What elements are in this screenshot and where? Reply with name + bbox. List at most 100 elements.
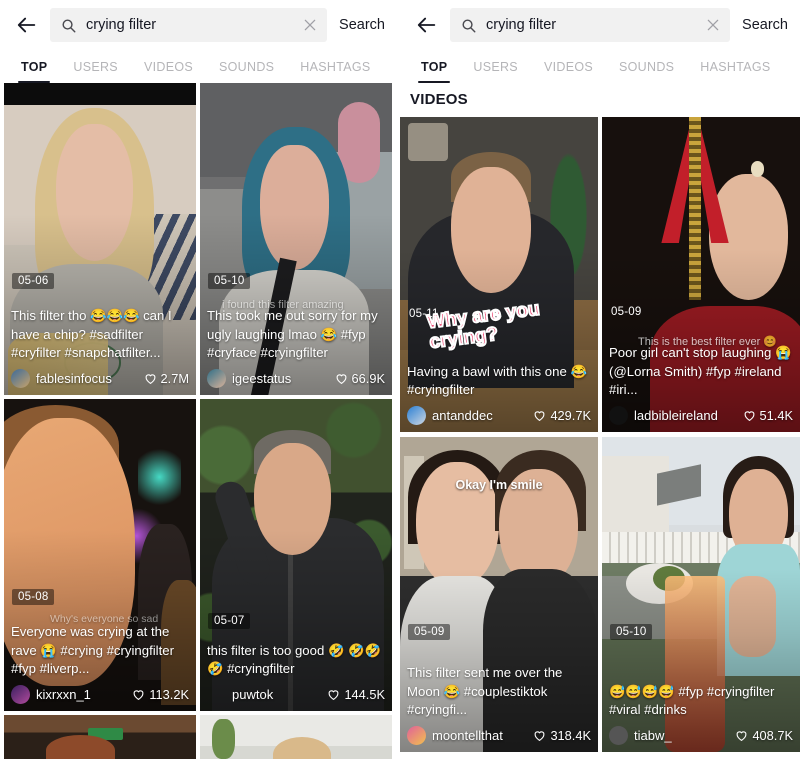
video-caption: This filter tho 😂😂😂 can I have a chip? #… xyxy=(11,307,172,361)
like-count-value: 66.9K xyxy=(351,371,385,386)
tab-sounds[interactable]: SOUNDS xyxy=(206,50,287,83)
video-meta: tiabw_ 408.7K xyxy=(609,726,793,745)
like-count-value: 51.4K xyxy=(759,408,793,423)
like-count: 408.7K xyxy=(735,728,793,743)
video-caption: This filter sent me over the Moon 😂 #cou… xyxy=(407,664,563,718)
tab-hashtags[interactable]: HASHTAGS xyxy=(287,50,383,83)
video-meta: moontellthat 318.4K xyxy=(407,726,591,745)
video-card[interactable]: 05-10 😅😅😅😅 #fyp #cryingfilter #viral #dr… xyxy=(602,437,800,752)
video-date-badge: 05-11 xyxy=(409,308,439,320)
video-meta: puwtok 144.5K xyxy=(207,685,385,704)
like-count-value: 2.7M xyxy=(160,371,189,386)
close-icon[interactable] xyxy=(301,16,319,34)
avatar[interactable] xyxy=(609,726,628,745)
video-username[interactable]: puwtok xyxy=(232,687,321,702)
search-input-value: crying filter xyxy=(86,17,157,33)
avatar[interactable] xyxy=(207,369,226,388)
video-date-badge: 05-08 xyxy=(12,589,55,605)
video-username[interactable]: igeestatus xyxy=(232,371,329,386)
video-card[interactable]: 05-06 This filter tho 😂😂😂 can I have a c… xyxy=(4,83,196,395)
like-count: 66.9K xyxy=(335,371,385,386)
dual-screenshot-comparison: crying filter Search TOP USERS VIDEOS SO… xyxy=(0,0,800,779)
like-count: 51.4K xyxy=(743,408,793,423)
video-date-badge: 05-10 xyxy=(208,273,251,289)
search-button[interactable]: Search xyxy=(333,17,385,33)
video-username[interactable]: kixrxxn_1 xyxy=(36,687,126,702)
video-thumbnail xyxy=(200,715,392,759)
tab-videos[interactable]: VIDEOS xyxy=(131,50,206,83)
video-date-badge: 05-06 xyxy=(12,273,55,289)
video-date-badge: 05-07 xyxy=(208,613,251,629)
tab-videos[interactable]: VIDEOS xyxy=(531,50,606,83)
heart-icon xyxy=(134,690,144,701)
video-username[interactable]: ladbibleireland xyxy=(634,408,737,423)
search-input-value: crying filter xyxy=(486,17,557,33)
video-card[interactable]: This is the best filter ever 😊 05-09 Poo… xyxy=(602,117,800,432)
like-count-value: 429.7K xyxy=(550,408,591,423)
panel-right: crying filter Search TOP USERS VIDEOS SO… xyxy=(400,0,800,779)
video-meta: igeestatus 66.9K xyxy=(207,369,385,388)
video-caption: Having a bawl with this one 😂 #cryingfil… xyxy=(407,363,587,398)
video-username[interactable]: fablesinfocus xyxy=(36,371,138,386)
search-icon xyxy=(458,15,478,35)
video-username[interactable]: tiabw_ xyxy=(634,728,729,743)
tab-hashtags[interactable]: HASHTAGS xyxy=(687,50,783,83)
heart-icon xyxy=(535,411,545,422)
video-card[interactable]: 05-07 this filter is too good 🤣 🤣🤣🤣 #cry… xyxy=(200,399,392,711)
like-count: 318.4K xyxy=(533,728,591,743)
tab-users[interactable]: USERS xyxy=(60,50,131,83)
search-topbar-left: crying filter Search xyxy=(0,0,397,50)
like-count-value: 144.5K xyxy=(344,687,385,702)
heart-icon xyxy=(737,731,747,742)
tab-sounds[interactable]: SOUNDS xyxy=(606,50,687,83)
video-username[interactable]: antanddec xyxy=(432,408,527,423)
video-date-badge: 05-09 xyxy=(611,306,642,318)
avatar[interactable] xyxy=(407,726,426,745)
avatar[interactable] xyxy=(11,369,30,388)
search-topbar-right: crying filter Search xyxy=(400,0,800,50)
video-card-partial[interactable] xyxy=(4,715,196,759)
video-card-partial[interactable] xyxy=(200,715,392,759)
avatar[interactable] xyxy=(407,406,426,425)
section-header-videos: VIDEOS xyxy=(410,91,468,108)
tab-top[interactable]: TOP xyxy=(408,50,460,83)
search-icon xyxy=(58,15,78,35)
video-card[interactable]: Why's everyone so sad 05-08 Everyone was… xyxy=(4,399,196,711)
like-count-value: 113.2K xyxy=(149,687,189,702)
like-count: 144.5K xyxy=(327,687,385,702)
tab-bar-left: TOP USERS VIDEOS SOUNDS HASHTAGS xyxy=(0,50,397,83)
tab-users[interactable]: USERS xyxy=(460,50,531,83)
video-meta: ladbibleireland 51.4K xyxy=(609,406,793,425)
video-meta: fablesinfocus 2.7M xyxy=(11,369,189,388)
back-arrow-icon[interactable] xyxy=(412,10,442,40)
heart-icon xyxy=(744,411,754,422)
video-caption: This took me out sorry for my ugly laugh… xyxy=(207,307,378,361)
avatar[interactable] xyxy=(11,685,30,704)
video-grid-left: 05-06 This filter tho 😂😂😂 can I have a c… xyxy=(0,83,397,759)
like-count-value: 318.4K xyxy=(550,728,591,743)
video-card[interactable]: i found this filter amazing 05-10 This t… xyxy=(200,83,392,395)
heart-icon xyxy=(535,731,545,742)
close-icon[interactable] xyxy=(704,16,722,34)
back-arrow-icon[interactable] xyxy=(12,10,42,40)
search-input[interactable]: crying filter xyxy=(50,8,328,42)
video-thumbnail xyxy=(4,715,196,759)
video-card[interactable]: Okay I'm smile 05-09 This filter sent me… xyxy=(400,437,598,752)
like-count: 113.2K xyxy=(132,687,189,702)
video-date-badge: 05-09 xyxy=(408,624,451,640)
video-caption: this filter is too good 🤣 🤣🤣🤣 #cryingfil… xyxy=(207,642,381,677)
heart-icon xyxy=(336,374,346,385)
like-count-value: 408.7K xyxy=(752,728,793,743)
search-button[interactable]: Search xyxy=(736,17,788,33)
avatar[interactable] xyxy=(609,406,628,425)
search-input[interactable]: crying filter xyxy=(450,8,731,42)
video-grid-right: Why are you crying? 05-11 Having a bawl … xyxy=(400,117,800,752)
video-username[interactable]: moontellthat xyxy=(432,728,527,743)
video-meta: antanddec 429.7K xyxy=(407,406,591,425)
panel-left: crying filter Search TOP USERS VIDEOS SO… xyxy=(0,0,400,779)
like-count: 429.7K xyxy=(533,408,591,423)
tab-top[interactable]: TOP xyxy=(8,50,60,83)
video-card[interactable]: Why are you crying? 05-11 Having a bawl … xyxy=(400,117,598,432)
tab-bar-right: TOP USERS VIDEOS SOUNDS HASHTAGS xyxy=(400,50,800,83)
heart-icon xyxy=(145,374,155,385)
